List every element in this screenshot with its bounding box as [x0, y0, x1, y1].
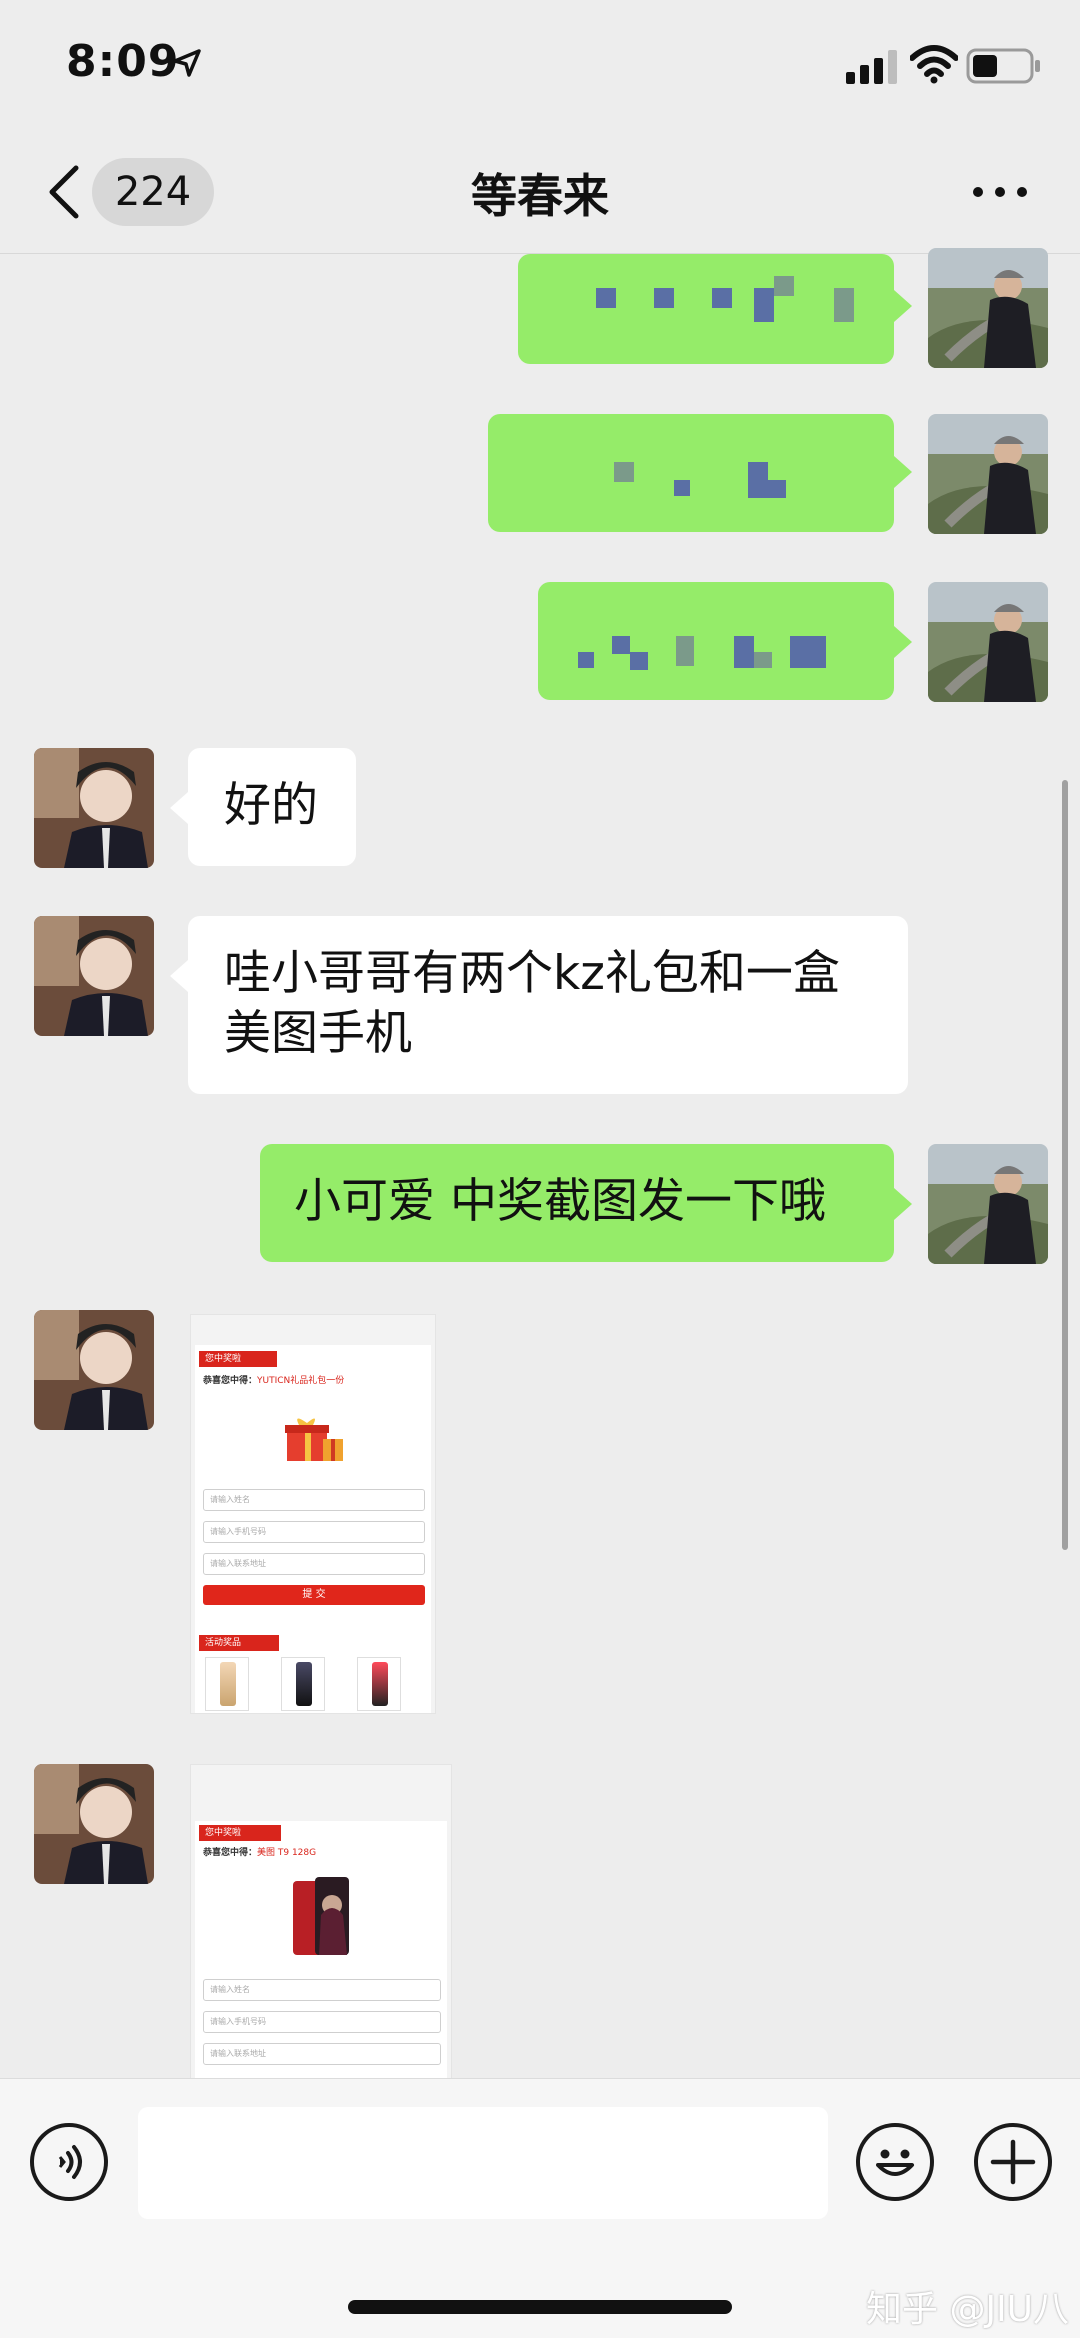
- contact-avatar[interactable]: [34, 748, 154, 868]
- gift-box-icon: [285, 1418, 343, 1461]
- name-input[interactable]: 请输入姓名: [203, 1489, 425, 1511]
- my-message-bubble[interactable]: 小可爱 中奖截图发一下哦: [260, 1144, 894, 1262]
- my-avatar[interactable]: [928, 414, 1048, 534]
- home-indicator[interactable]: [348, 2300, 732, 2314]
- prize-screenshot-image[interactable]: 您中奖啦 恭喜您中得：YUTICN礼品礼包一份 请输入姓名 请输入手机号码 请输…: [190, 1314, 436, 1714]
- phone-black-image: [281, 1657, 325, 1711]
- message-text: 小可爱 中奖截图发一下哦: [294, 1174, 826, 1229]
- my-avatar[interactable]: [928, 1144, 1048, 1264]
- phone-input[interactable]: 请输入手机号码: [203, 1521, 425, 1543]
- message-text-line-1: 哇小哥哥有两个kz礼包和一盒: [224, 946, 840, 1001]
- cellular-signal-icon: [846, 50, 897, 84]
- chat-header: 224 等春来: [0, 130, 1080, 254]
- name-input[interactable]: 请输入姓名: [203, 1979, 441, 2001]
- address-input[interactable]: 请输入联系地址: [203, 2043, 441, 2065]
- my-message-bubble[interactable]: [518, 254, 894, 364]
- contact-message-bubble[interactable]: 好的: [188, 748, 356, 866]
- prize-screenshot-image[interactable]: 您中奖啦 恭喜您中得：美图 T9 128G 请输入姓名 请输入手机号码 请输入联…: [190, 1764, 452, 2081]
- prize-line: 恭喜您中得：YUTICN礼品礼包一份: [203, 1376, 345, 1386]
- plus-icon: [990, 2139, 1036, 2185]
- emoji-icon: [876, 2149, 914, 2176]
- my-avatar[interactable]: [928, 582, 1048, 702]
- status-time: 8:09: [66, 36, 180, 87]
- phone-input[interactable]: 请输入手机号码: [203, 2011, 441, 2033]
- watermark: 知乎 @JIU八: [866, 2289, 1070, 2330]
- phone-gold-image: [205, 1657, 249, 1711]
- battery-icon: [966, 48, 1040, 84]
- message-input[interactable]: [138, 2107, 828, 2219]
- message-text: 好的: [224, 778, 318, 833]
- prize-line: 恭喜您中得：美图 T9 128G: [203, 1848, 317, 1858]
- scroll-indicator[interactable]: [1062, 780, 1068, 1550]
- message-text-line-2: 美图手机: [224, 1006, 412, 1061]
- meitu-phone-icon: [293, 1877, 349, 1955]
- contact-avatar[interactable]: [34, 916, 154, 1036]
- more-actions-button[interactable]: [974, 2123, 1052, 2201]
- emoji-button[interactable]: [856, 2123, 934, 2201]
- wifi-icon: [910, 45, 958, 84]
- my-message-bubble[interactable]: [538, 582, 894, 700]
- status-bar: 8:09: [0, 0, 1080, 130]
- location-arrow-icon: [173, 49, 201, 77]
- chat-title: 等春来: [471, 169, 609, 223]
- my-avatar[interactable]: [928, 248, 1048, 368]
- address-input[interactable]: 请输入联系地址: [203, 1553, 425, 1575]
- voice-icon: [58, 2145, 82, 2179]
- prize-tag: 您中奖啦: [199, 1351, 277, 1367]
- contact-message-bubble[interactable]: 哇小哥哥有两个kz礼包和一盒 美图手机: [188, 916, 908, 1094]
- prize-tag: 您中奖啦: [199, 1825, 281, 1841]
- submit-button[interactable]: 提 交: [203, 1585, 425, 1605]
- prize-section-tag: 活动奖品: [199, 1635, 279, 1651]
- my-message-bubble[interactable]: [488, 414, 894, 532]
- voice-button[interactable]: [30, 2123, 108, 2201]
- phone-x-image: [357, 1657, 401, 1711]
- contact-avatar[interactable]: [34, 1764, 154, 1884]
- more-options-icon[interactable]: [970, 182, 1030, 202]
- contact-avatar[interactable]: [34, 1310, 154, 1430]
